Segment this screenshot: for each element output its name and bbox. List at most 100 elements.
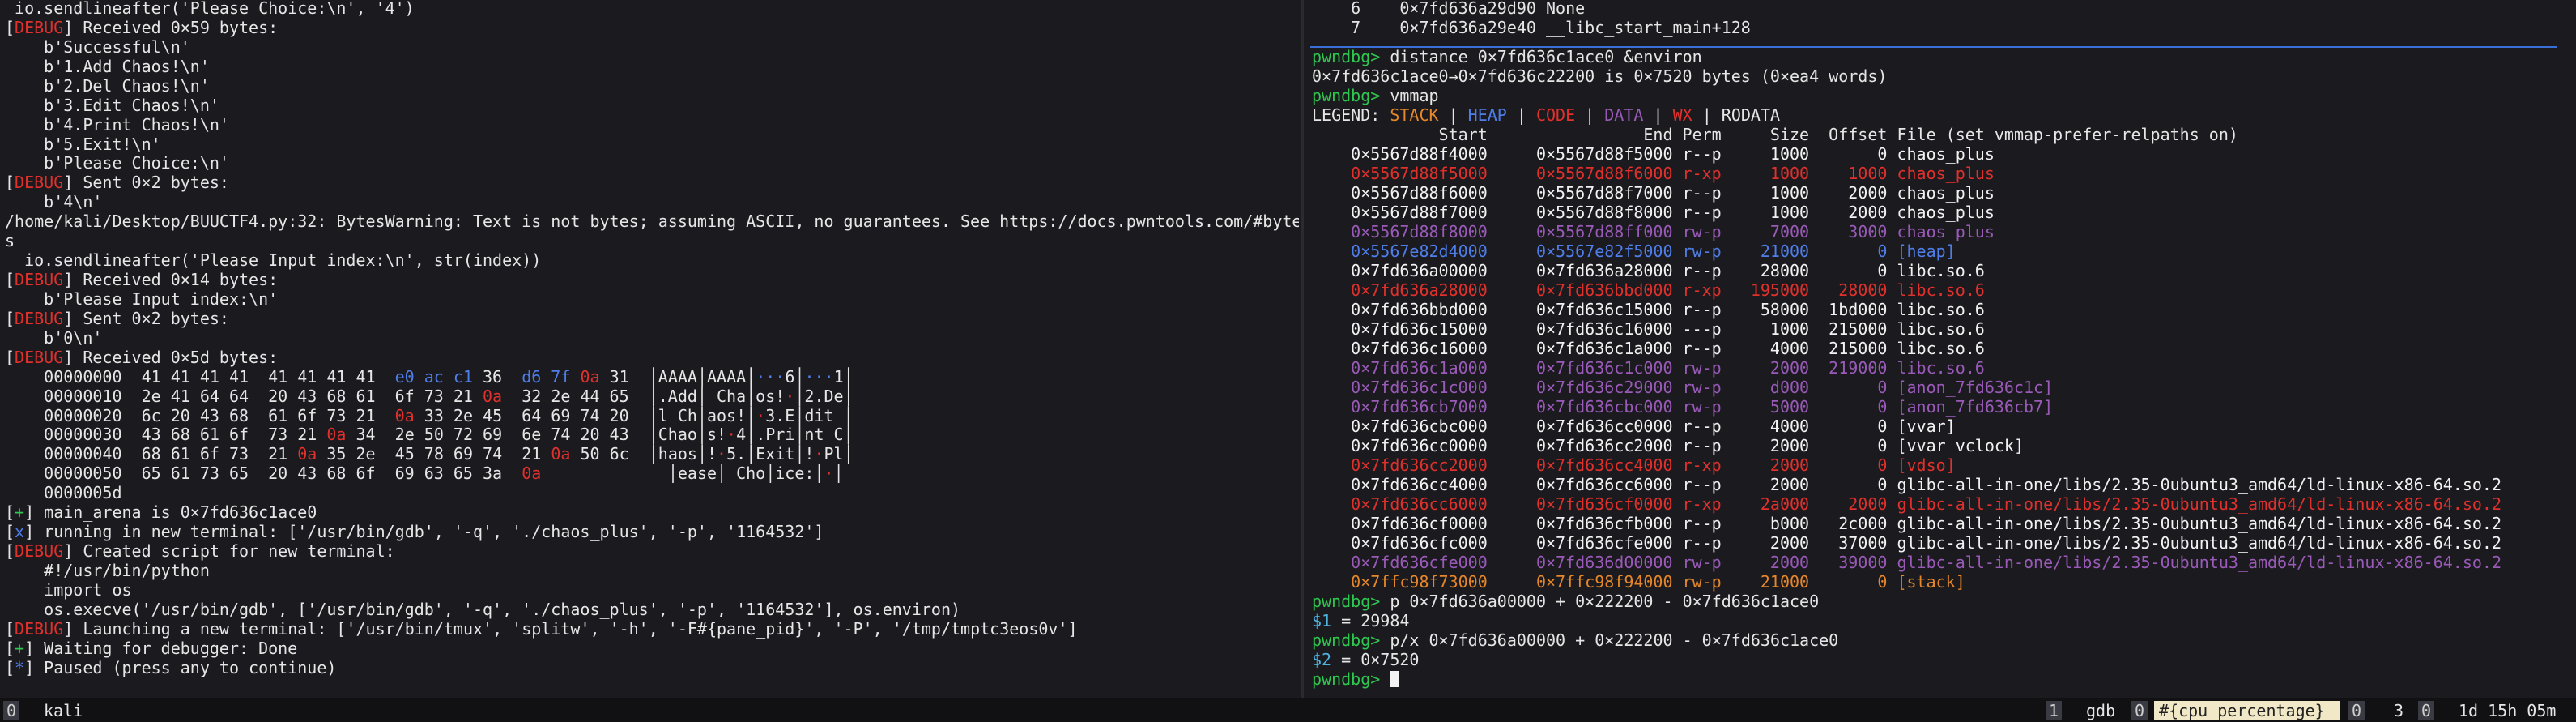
right-output-line: 0×7fd636a28000 0×7fd636bbd000 r-xp 19500… — [1312, 280, 1985, 300]
left-output-line: 00000040 68 61 6f 73 21 0a 35 2e 45 78 6… — [5, 444, 853, 464]
right-output-segment: 0×5567e82d4000 0×5567e82f5000 rw-p 21000… — [1312, 241, 1956, 261]
right-output-segment: 0×7fd636c16000 0×7fd636c1a000 r--p 4000 … — [1312, 339, 1985, 358]
left-output-segment: · — [717, 444, 727, 464]
right-output-line: 0×7fd636cf0000 0×7fd636cfb000 r--p b000 … — [1312, 514, 2501, 533]
left-output-segment: * — [15, 657, 25, 677]
left-output-line: b'Successful\n' — [5, 37, 190, 57]
left-output-segment: · — [824, 464, 834, 484]
left-output-segment: import os — [5, 579, 132, 600]
left-output-segment: 3.E│dit │ — [765, 405, 854, 425]
right-output-segment: 0×5567d88f8000 0×5567d88ff000 rw-p 7000 … — [1312, 222, 1995, 241]
left-output-line: [DEBUG] Launching a new terminal: ['/usr… — [5, 619, 1078, 639]
left-output-segment: 0a — [483, 386, 503, 406]
right-output-line: 0×7fd636cbc000 0×7fd636cc0000 r--p 4000 … — [1312, 417, 1956, 436]
tmux-status-bar: 0 kali 1 gdb 0 #{cpu_percentage} 0 3 0 1… — [0, 698, 2576, 722]
left-output-segment: │ — [833, 464, 844, 484]
right-output-segment: pwndbg> — [1312, 86, 1381, 105]
left-output-segment: b'Please Input index:\n' — [5, 288, 279, 309]
left-output-line: [*] Paused (press any to continue) — [5, 658, 336, 677]
left-output-line: /home/kali/Desktop/BUUCTF4.py:32: BytesW… — [5, 211, 1299, 231]
left-output-line: s — [5, 231, 15, 250]
left-output-segment: /home/kali/Desktop/BUUCTF4.py:32: BytesW… — [5, 211, 1299, 232]
right-output-line: 0×5567d88f6000 0×5567d88f7000 r--p 1000 … — [1312, 183, 1995, 203]
right-output-segment: 0×5567d88f7000 0×5567d88f8000 r--p 1000 … — [1312, 203, 1995, 222]
right-output-line: 0×5567d88f5000 0×5567d88f6000 r-xp 1000 … — [1312, 164, 1995, 183]
right-output-segment: 0×7fd636cfc000 0×7fd636cfe000 r--p 2000 … — [1312, 533, 2502, 553]
left-output-segment: · — [814, 444, 824, 464]
right-output-segment: p 0×7fd636a00000 + 0×222200 - 0×7fd636c1… — [1380, 592, 1820, 611]
left-output-segment: b'5.Exit!\n' — [5, 134, 161, 154]
left-output-segment: 5.│Exit│! — [726, 444, 815, 464]
left-output-line: 00000000 41 41 41 41 41 41 41 41 e0 ac c… — [5, 367, 854, 387]
left-output-line: [DEBUG] Received 0×59 bytes: — [5, 18, 278, 37]
right-output-segment: 0×5567d88f6000 0×5567d88f7000 r--p 1000 … — [1312, 183, 1995, 203]
left-output-segment: │AAAA│AAAA│ — [648, 366, 756, 387]
left-output-segment: b'Please Choice:\n' — [5, 153, 229, 173]
left-output-segment: ] main_arena is 0×7fd636c1ace0 — [24, 502, 317, 523]
right-output-segment: 0×7fd636cc2000 0×7fd636cc4000 r-xp 2000 … — [1312, 455, 1956, 475]
pane-badge-1: 1 — [2046, 701, 2063, 720]
left-output-segment: 00000050 65 61 73 65 20 43 68 6f 69 63 6… — [5, 464, 522, 484]
left-output-segment: DEBUG — [15, 17, 64, 37]
left-output-line: 00000050 65 61 73 65 20 43 68 6f 69 63 6… — [5, 464, 844, 484]
right-output-segment: 0×7fd636a28000 0×7fd636bbd000 r-xp 19500… — [1312, 280, 1985, 300]
uptime-label: 1d 15h 05m — [2459, 701, 2557, 720]
left-output-segment: 0a — [326, 425, 347, 445]
left-output-line: b'1.Add Chaos!\n' — [5, 57, 210, 76]
left-output-segment: · — [785, 386, 795, 406]
left-output-segment — [570, 367, 580, 387]
left-terminal-pane[interactable]: io.sendlineafter('Please Choice:\n', '4'… — [0, 0, 1299, 698]
right-output-line: 0×5567d88f7000 0×5567d88f8000 r--p 1000 … — [1312, 203, 1995, 222]
left-output-segment: s — [5, 231, 15, 251]
left-output-line: b'Please Input index:\n' — [5, 289, 278, 309]
right-backtrace-line: 7 0×7fd636a29e40 __libc_start_main+128 — [1312, 18, 1751, 37]
right-output-segment: pwndbg> — [1312, 630, 1381, 650]
left-output-line: b'3.Edit Chaos!\n' — [5, 96, 219, 115]
left-output-segment: [ — [5, 308, 15, 328]
session-index-badge[interactable]: 0 — [3, 701, 20, 720]
left-output-segment: ··· — [804, 366, 834, 387]
right-output-line: Start End Perm Size Offset File (set vmm… — [1312, 125, 2238, 144]
window-name[interactable]: kali — [44, 701, 83, 720]
right-terminal-pane[interactable]: 6 0×7fd636a29d90 None 7 0×7fd636a29e40 _… — [1307, 0, 2576, 698]
left-output-segment: io.sendlineafter('Please Input index:\n'… — [5, 250, 542, 271]
right-output-segment: $2 — [1312, 650, 1332, 669]
left-output-line: [+] Waiting for debugger: Done — [5, 639, 297, 658]
right-output-segment: 0×7fd636bbd000 0×7fd636c15000 r--p 58000… — [1312, 300, 1985, 319]
left-output-line: b'5.Exit!\n' — [5, 135, 161, 154]
right-output-segment: pwndbg> — [1312, 47, 1381, 66]
left-output-line: [+] main_arena is 0×7fd636c1ace0 — [5, 502, 317, 522]
left-output-line: [DEBUG] Received 0×5d bytes: — [5, 348, 278, 367]
left-output-segment: e0 ac c1 — [394, 366, 473, 387]
left-output-segment: ] Launching a new terminal: ['/usr/bin/t… — [63, 618, 1078, 639]
right-output-segment: WX — [1672, 105, 1692, 125]
right-output-line: 0×5567e82d4000 0×5567e82f5000 rw-p 21000… — [1312, 241, 1956, 261]
left-output-segment: 33 2e 45 64 69 74 20 │l Ch│aos!│ — [414, 405, 756, 425]
pane-divider[interactable] — [1301, 0, 1304, 698]
left-output-segment: + — [15, 638, 25, 658]
right-output-line: 0×7fd636cc6000 0×7fd636cf0000 r-xp 2a000… — [1312, 494, 2501, 514]
right-output-segment: 0×7fd636c1ace0→0×7fd636c22200 is 0×7520 … — [1312, 66, 1888, 86]
left-output-line: [DEBUG] Received 0×14 bytes: — [5, 270, 278, 289]
left-output-segment: b'4.Print Chaos!\n' — [5, 114, 229, 135]
right-output-line: 0×7fd636a00000 0×7fd636a28000 r--p 28000… — [1312, 261, 1985, 280]
right-output-line: $1 = 29984 — [1312, 611, 1409, 630]
left-output-segment: │2.De│ — [794, 386, 854, 406]
right-output-segment: LEGEND: — [1312, 105, 1390, 125]
right-output-line: $2 = 0×7520 — [1312, 650, 1419, 669]
right-output-segment: 0×7fd636a00000 0×7fd636a28000 r--p 28000… — [1312, 261, 1985, 280]
left-output-segment: 0a — [297, 444, 317, 464]
right-output-segment: 0×5567d88f4000 0×5567d88f5000 r--p 1000 … — [1312, 144, 1995, 164]
left-output-segment: [ — [5, 17, 15, 37]
pane-badge-3: 0 — [2348, 701, 2365, 720]
left-output-segment: + — [15, 502, 25, 523]
terminal-cursor — [1390, 671, 1400, 687]
left-output-line: import os — [5, 579, 132, 600]
right-output-segment: 0×7fd636cc0000 0×7fd636cc2000 r--p 2000 … — [1312, 436, 2024, 455]
right-output-segment: HEAP — [1467, 105, 1507, 125]
left-output-segment: [ — [5, 541, 15, 562]
left-output-segment: 00000000 41 41 41 41 41 41 41 41 — [5, 366, 395, 387]
left-output-segment: DEBUG — [15, 618, 64, 639]
pane-badge-4: 0 — [2418, 701, 2435, 720]
right-output-line: LEGEND: STACK | HEAP | CODE | DATA | WX … — [1312, 105, 1780, 125]
